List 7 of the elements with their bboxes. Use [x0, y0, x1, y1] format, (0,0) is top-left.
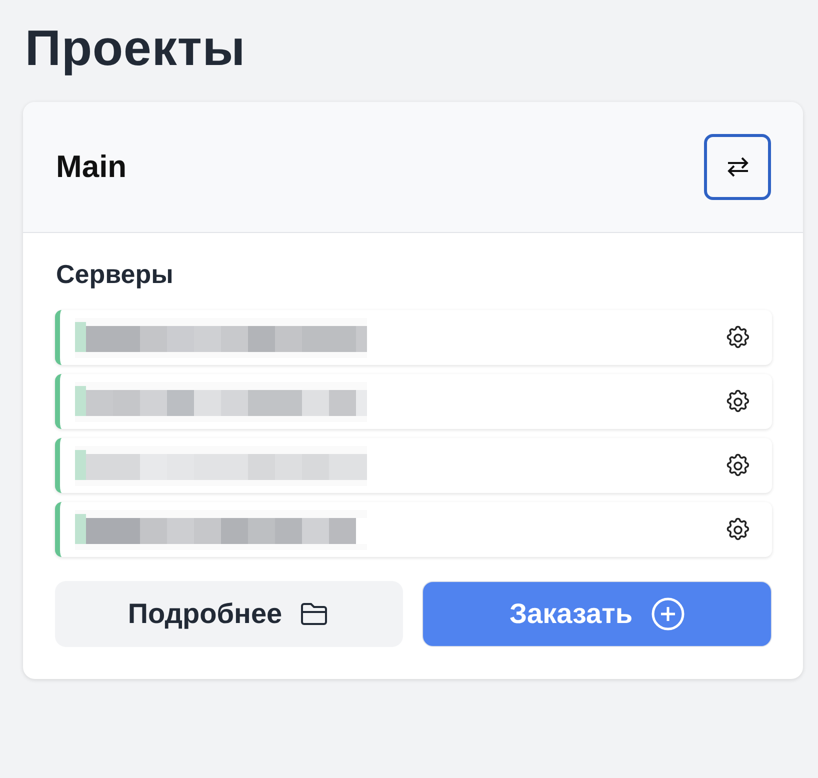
section-title: Серверы: [56, 259, 174, 290]
page-title: Проекты: [25, 19, 247, 78]
switch-button[interactable]: [704, 134, 771, 200]
project-name: Main: [56, 149, 127, 185]
plus-circle-icon: [650, 597, 685, 631]
order-button[interactable]: Заказать: [422, 581, 772, 647]
details-button[interactable]: Подробнее: [55, 581, 403, 647]
